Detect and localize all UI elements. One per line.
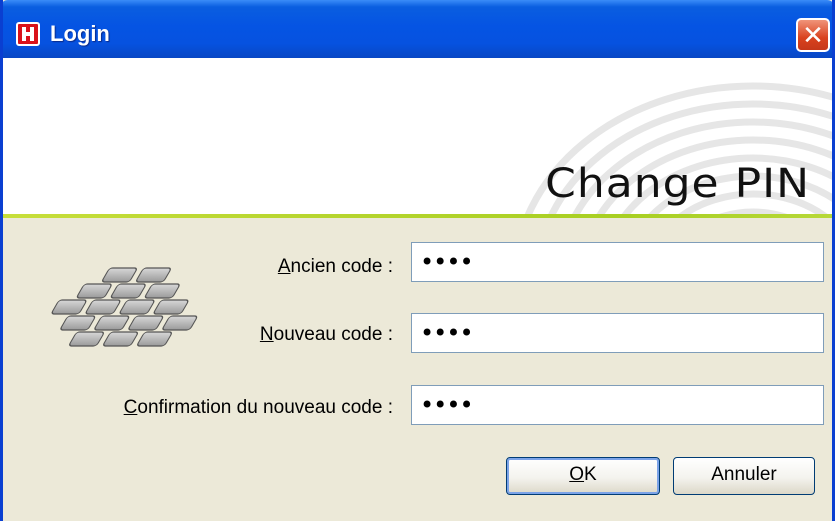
keypad-icon (51, 267, 198, 347)
app-logo-icon (16, 22, 40, 46)
ok-button[interactable]: OK (506, 457, 660, 495)
confirm-code-input[interactable] (411, 385, 824, 425)
window-title: Login (50, 21, 110, 46)
close-icon: ✕ (802, 20, 824, 50)
form-area: Ancien code : Nouveau code : Confirmatio… (3, 218, 832, 521)
banner-title: Change PIN (545, 160, 810, 207)
header-banner: Change PIN (3, 58, 832, 214)
cancel-button[interactable]: Annuler (673, 457, 815, 495)
login-dialog: Login ✕ Change PIN Ancien code: •••• No… (0, 0, 835, 521)
title-bar[interactable]: Login ✕ (3, 0, 832, 58)
confirm-code-label: Confirmation du nouveau code : (123, 397, 393, 418)
close-button[interactable]: ✕ (796, 18, 830, 52)
old-code-input[interactable] (411, 242, 824, 282)
new-code-label: Nouveau code : (259, 324, 393, 345)
new-code-input[interactable] (411, 313, 824, 353)
old-code-label: Ancien code : (277, 256, 393, 277)
